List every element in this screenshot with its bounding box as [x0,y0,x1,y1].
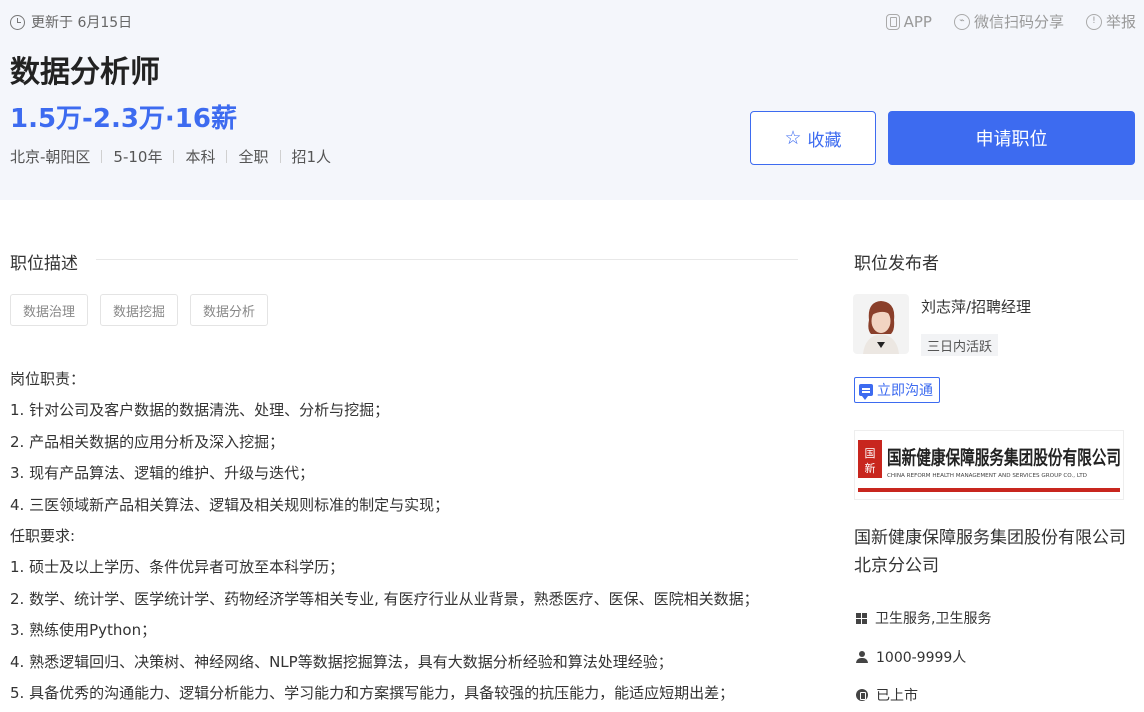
job-description: 岗位职责： 1. 针对公司及客户数据的数据清洗、处理、分析与挖掘； 2. 产品相… [10,364,810,709]
skill-tag[interactable]: 数据治理 [10,294,89,326]
description-line: 3. 现有产品算法、逻辑的维护、升级与迭代； [10,464,315,483]
description-line: 岗位职责： [10,370,86,388]
meta-divider [101,150,103,163]
svg-text:国新健康保障服务集团股份有限公司: 国新健康保障服务集团股份有限公司 [887,446,1121,469]
svg-text:新: 新 [865,461,876,475]
company-financing: 已上市 [856,685,918,705]
svg-text:CHINA REFORM HEALTH MANAGEMENT: CHINA REFORM HEALTH MANAGEMENT AND SERVI… [887,473,1087,479]
app-link[interactable]: APP [885,11,932,32]
job-type: 全职 [238,148,269,166]
description-line: 3. 熟练使用Python； [10,621,157,640]
apply-button[interactable]: 申请职位 [888,111,1135,165]
job-title: 数据分析师 [10,55,160,90]
favorite-label: 收藏 [807,130,842,151]
job-education: 本科 [185,148,216,166]
report-label: 举报 [1105,13,1136,31]
update-text: 更新于 6月15日 [31,15,133,31]
company-name[interactable]: 国新健康保障服务集团股份有限公司北京分公司 [854,524,1139,580]
financing-icon [856,689,868,701]
avatar [853,294,909,354]
header-links: APP ⌁ 微信扫码分享 ! 举报 [885,11,1136,32]
chat-icon [859,384,873,400]
job-headcount: 招1人 [291,148,332,166]
section-divider [96,259,798,260]
wechat-icon: ⌁ [953,13,970,30]
company-size: 1000-9999人 [856,647,966,667]
activity-badge: 三日内活跃 [921,334,999,356]
skill-tag[interactable]: 数据挖掘 [100,294,179,326]
description-title: 职位描述 [10,254,78,274]
favorite-button[interactable]: ☆ 收藏 [750,111,876,165]
skill-tag[interactable]: 数据分析 [190,294,269,326]
description-line: 5. 具备优秀的沟通能力、逻辑分析能力、学习能力和方案撰写能力，具备较强的抗压能… [10,683,735,702]
size-text: 1000-9999人 [876,650,967,666]
job-header: 更新于 6月15日 APP ⌁ 微信扫码分享 ! 举报 数据分析师 1.5万-2… [0,0,1144,200]
chat-label: 立即沟通 [877,383,933,399]
description-line: 1. 硕士及以上学历、条件优异者可放至本科学历； [10,558,345,577]
star-icon: ☆ [784,126,802,149]
wechat-share-link[interactable]: ⌁ 微信扫码分享 [953,11,1064,32]
description-line: 任职要求: [10,526,76,545]
meta-divider [279,150,281,163]
company-industry: 卫生服务,卫生服务 [856,608,991,628]
publisher-title: 职位发布者 [854,254,939,274]
company-logo[interactable]: 国 新 国新健康保障服务集团股份有限公司 CHINA REFORM HEALTH… [854,430,1124,500]
phone-icon [885,13,900,30]
svg-text:国: 国 [865,447,876,460]
industry-icon [856,612,867,624]
report-link[interactable]: ! 举报 [1085,11,1136,32]
meta-divider [173,150,175,163]
report-icon: ! [1085,13,1102,30]
description-line: 1. 针对公司及客户数据的数据清洗、处理、分析与挖掘； [10,401,390,420]
skill-tags: 数据治理 数据挖掘 数据分析 [10,294,269,326]
job-location: 北京-朝阳区 [10,148,91,166]
app-label: APP [903,12,932,31]
job-meta: 北京-朝阳区 5-10年 本科 全职 招1人 [10,146,331,167]
description-line: 2. 数学、统计学、医学统计学、药物经济学等相关专业, 有医疗行业从业背景，熟悉… [10,589,759,608]
chat-button[interactable]: 立即沟通 [854,377,940,403]
job-experience: 5-10年 [113,148,163,166]
people-icon [856,651,868,663]
description-line: 2. 产品相关数据的应用分析及深入挖掘； [10,432,285,451]
meta-divider [226,150,228,163]
update-info: 更新于 6月15日 [10,12,132,32]
industry-text: 卫生服务,卫生服务 [875,611,992,627]
job-salary: 1.5万-2.3万·16薪 [10,104,237,134]
recruiter-name: 刘志萍/招聘经理 [921,298,1032,316]
description-line: 4. 三医领域新产品相关算法、逻辑及相关规则标准的制定与实现； [10,495,450,514]
wechat-share-label: 微信扫码分享 [973,13,1064,31]
financing-text: 已上市 [876,688,918,704]
clock-icon [10,14,25,30]
description-line: 4. 熟悉逻辑回归、决策树、神经网络、NLP等数据挖掘算法，具有大数据分析经验和… [10,652,673,671]
